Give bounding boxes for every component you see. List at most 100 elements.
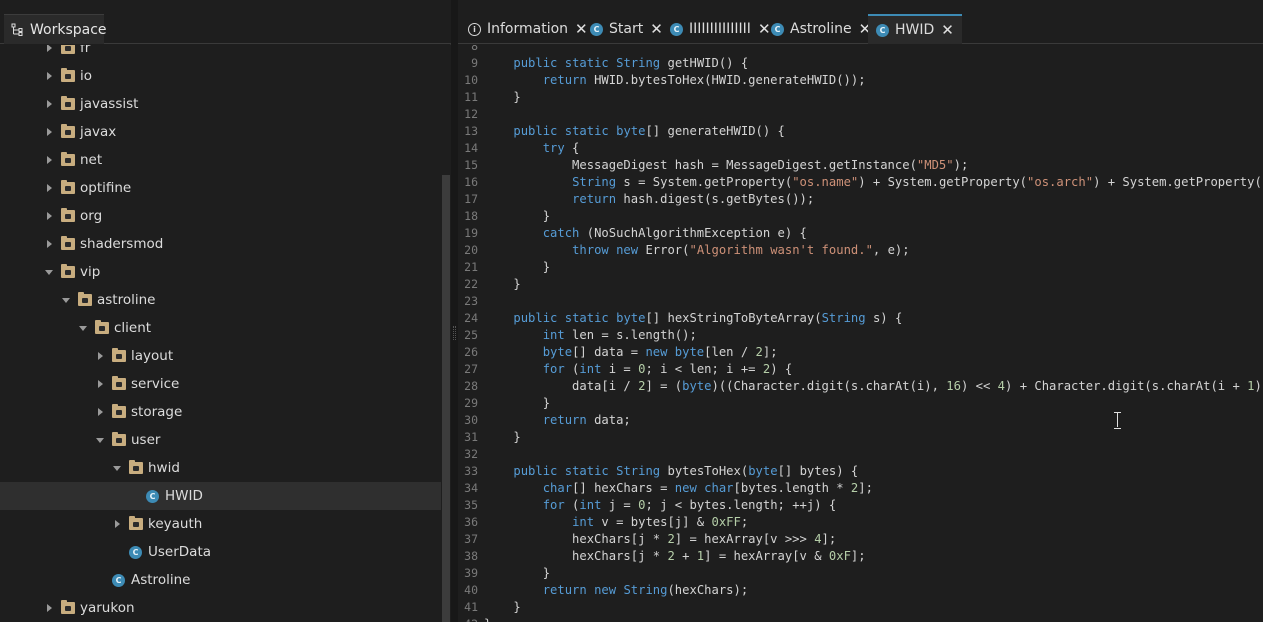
chevron-down-icon[interactable] xyxy=(111,462,123,474)
chevron-down-icon[interactable] xyxy=(77,322,89,334)
tree-item-yarukon[interactable]: yarukon xyxy=(0,594,441,622)
tree-item-client[interactable]: client xyxy=(0,314,441,342)
tree-item-net[interactable]: net xyxy=(0,146,441,174)
line-number: 15 xyxy=(464,157,478,172)
tree-item-service[interactable]: service xyxy=(0,370,441,398)
chevron-right-icon[interactable] xyxy=(43,210,55,222)
editor-tabbar: i Information ✕ C Start ✕ C IIIIIIIIIIIIIII ✕ C As… xyxy=(458,0,1263,44)
tree-item-label: yarukon xyxy=(80,600,135,616)
tree-item-keyauth[interactable]: keyauth xyxy=(0,510,441,538)
code-line: 11 } xyxy=(458,88,1263,105)
code-text: return new String(hexChars); xyxy=(542,582,749,597)
code-view[interactable]: 89 public static String getHWID() {10 re… xyxy=(458,45,1263,622)
tree-item-hwid[interactable]: C HWID xyxy=(0,482,441,510)
tree-item-fr[interactable]: fr xyxy=(0,45,441,62)
line-number: 22 xyxy=(464,276,478,291)
workspace-tab[interactable]: Workspace xyxy=(4,14,107,44)
chevron-down-icon[interactable] xyxy=(94,434,106,446)
chevron-right-icon[interactable] xyxy=(43,126,55,138)
line-number: 20 xyxy=(464,242,478,257)
line-number: 30 xyxy=(464,412,478,427)
tab-start[interactable]: C Start ✕ xyxy=(582,14,671,44)
code-line: 20 throw new Error("Algorithm wasn't fou… xyxy=(458,241,1263,258)
tree-item-userdata[interactable]: C UserData xyxy=(0,538,441,566)
chevron-right-icon[interactable] xyxy=(94,350,106,362)
folder-icon xyxy=(112,404,126,418)
folder-icon xyxy=(61,68,75,82)
chevron-right-icon[interactable] xyxy=(94,406,106,418)
folder-icon xyxy=(61,208,75,222)
tree-scrollbar[interactable] xyxy=(441,45,451,622)
line-number: 26 xyxy=(464,344,478,359)
chevron-right-icon[interactable] xyxy=(111,518,123,530)
tree-item-label: layout xyxy=(131,348,174,364)
tree-item-label: keyauth xyxy=(148,516,203,532)
chevron-right-icon[interactable] xyxy=(94,378,106,390)
tree-scrollbar-thumb[interactable] xyxy=(442,175,450,622)
code-text: } xyxy=(484,208,551,223)
folder-icon xyxy=(95,320,109,334)
class-icon: C xyxy=(590,22,603,36)
tree-item-javassist[interactable]: javassist xyxy=(0,90,441,118)
tree-item-astroline[interactable]: astroline xyxy=(0,286,441,314)
tree-item-storage[interactable]: storage xyxy=(0,398,441,426)
tab-information[interactable]: i Information ✕ xyxy=(460,14,596,44)
tree-item-label: net xyxy=(80,152,103,168)
folder-icon xyxy=(112,376,126,390)
chevron-right-icon[interactable] xyxy=(43,182,55,194)
chevron-right-icon[interactable] xyxy=(43,602,55,614)
tree-item-layout[interactable]: layout xyxy=(0,342,441,370)
tab-label: HWID xyxy=(895,22,935,38)
code-line: 27 for (int i = 0; i < len; i += 2) { xyxy=(458,360,1263,377)
tree-item-javax[interactable]: javax xyxy=(0,118,441,146)
tab-astroline[interactable]: C Astroline ✕ xyxy=(763,14,879,44)
code-line: 38 hexChars[j * 2 + 1] = hexArray[v & 0x… xyxy=(458,547,1263,564)
line-number: 9 xyxy=(471,55,478,70)
code-text: int len = s.length(); xyxy=(542,327,697,342)
code-line: 8 xyxy=(458,45,1263,54)
chevron-right-icon[interactable] xyxy=(43,98,55,110)
tree-item-vip[interactable]: vip xyxy=(0,258,441,286)
tree-item-org[interactable]: org xyxy=(0,202,441,230)
tab-hwid[interactable]: C HWID ✕ xyxy=(868,14,962,44)
class-icon: C xyxy=(112,573,125,587)
folder-icon xyxy=(61,45,75,54)
tab-label: Start xyxy=(609,21,644,37)
chevron-right-icon[interactable] xyxy=(43,238,55,250)
class-icon: C xyxy=(771,22,784,36)
tree-item-io[interactable]: io xyxy=(0,62,441,90)
line-number: 36 xyxy=(464,514,478,529)
code-text: } xyxy=(484,565,551,580)
tree-item-hwid[interactable]: hwid xyxy=(0,454,441,482)
code-line: 32 xyxy=(458,445,1263,462)
code-text: hexChars[j * 2 + 1] = hexArray[v & 0xF]; xyxy=(484,548,866,563)
panel-splitter[interactable] xyxy=(451,0,458,622)
code-text: return data; xyxy=(542,412,631,427)
tree-item-astroline[interactable]: C Astroline xyxy=(0,566,441,594)
chevron-right-icon[interactable] xyxy=(43,70,55,82)
chevron-down-icon[interactable] xyxy=(43,266,55,278)
code-line: 19 catch (NoSuchAlgorithmException e) { xyxy=(458,224,1263,241)
tree-item-optifine[interactable]: optifine xyxy=(0,174,441,202)
line-number: 32 xyxy=(464,446,478,461)
code-text: } xyxy=(484,395,551,410)
chevron-down-icon[interactable] xyxy=(60,294,72,306)
close-icon[interactable]: ✕ xyxy=(941,21,954,39)
code-line: 14 try { xyxy=(458,139,1263,156)
tree-item-shadersmod[interactable]: shadersmod xyxy=(0,230,441,258)
line-number: 24 xyxy=(464,310,478,325)
chevron-right-icon[interactable] xyxy=(43,154,55,166)
tree-item-label: user xyxy=(131,432,161,448)
close-icon[interactable]: ✕ xyxy=(650,20,663,38)
code-line: 25 int len = s.length(); xyxy=(458,326,1263,343)
tree-item-user[interactable]: user xyxy=(0,426,441,454)
tab-label: IIIIIIIIIIIIIII xyxy=(689,21,751,37)
code-line: 15 MessageDigest hash = MessageDigest.ge… xyxy=(458,156,1263,173)
chevron-right-icon[interactable] xyxy=(43,45,55,54)
line-number: 18 xyxy=(464,208,478,223)
tab-iiiiiiiiiiiiiii[interactable]: C IIIIIIIIIIIIIII ✕ xyxy=(662,14,779,44)
splitter-grip[interactable] xyxy=(453,326,456,340)
line-number: 12 xyxy=(464,106,478,121)
line-number: 10 xyxy=(464,72,478,87)
tree-item-label: Astroline xyxy=(131,572,191,588)
